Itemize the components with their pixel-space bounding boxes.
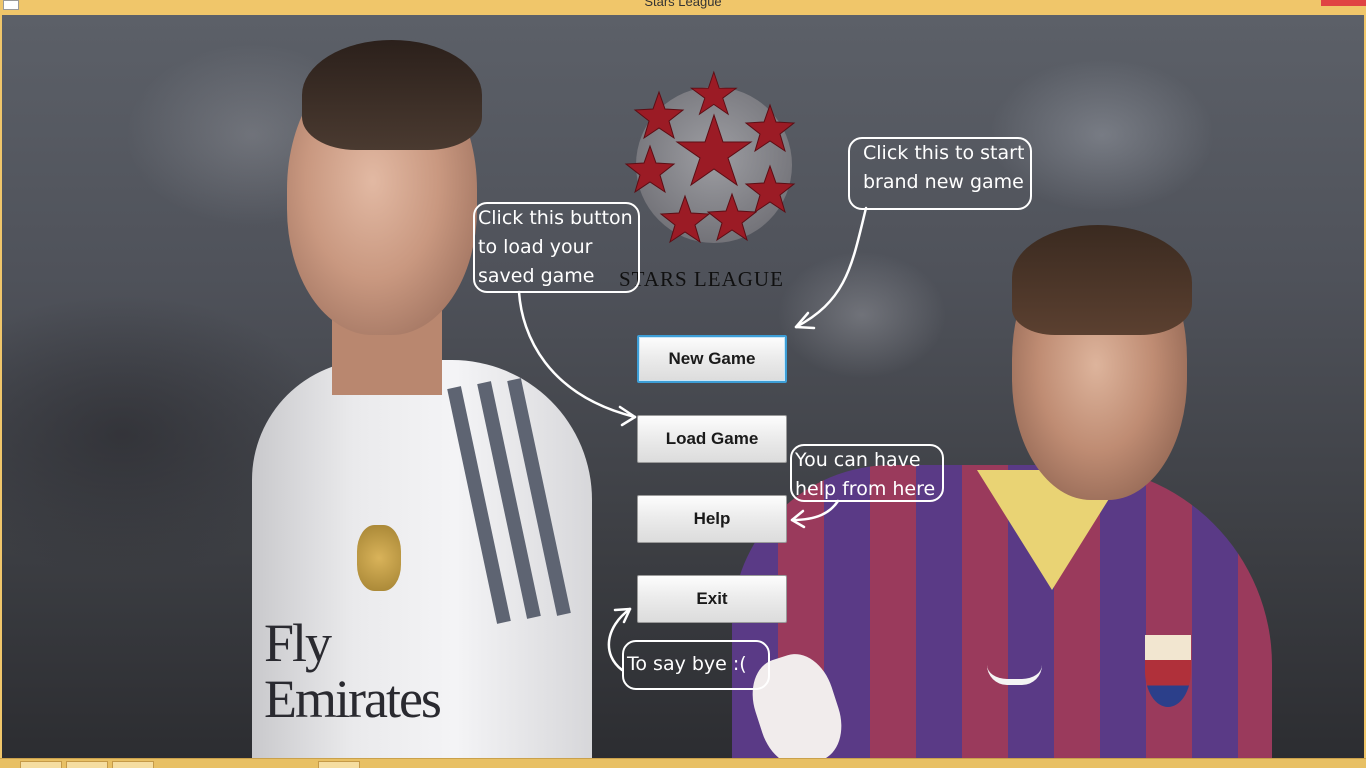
arrow-to-new-game bbox=[794, 206, 868, 329]
load-game-button[interactable]: Load Game bbox=[637, 415, 787, 463]
taskbar-item[interactable] bbox=[318, 761, 360, 768]
close-button[interactable] bbox=[1321, 0, 1366, 6]
arrow-head-new-game bbox=[794, 311, 816, 330]
new-game-annotation: Click this to start brand new game bbox=[848, 137, 1032, 210]
load-game-annotation: Click this button to load your saved gam… bbox=[473, 202, 640, 293]
player-left-sponsor: Fly Emirates bbox=[264, 613, 442, 729]
new-game-button[interactable]: New Game bbox=[637, 335, 787, 383]
exit-button[interactable]: Exit bbox=[637, 575, 787, 623]
taskbar bbox=[0, 758, 1366, 768]
stars-league-title: STARS LEAGUE bbox=[619, 267, 784, 291]
stars-league-logo-icon bbox=[624, 70, 796, 244]
real-madrid-crest-icon bbox=[357, 525, 401, 591]
annotation-line: To say bye :( bbox=[627, 653, 747, 675]
arrow-head-load-game bbox=[618, 405, 637, 427]
player-left-hair bbox=[302, 40, 482, 150]
barcelona-crest-icon bbox=[1145, 635, 1191, 707]
window-titlebar[interactable]: Stars League bbox=[0, 0, 1366, 16]
annotation-line: Click this button bbox=[478, 207, 633, 229]
exit-annotation: To say bye :( bbox=[622, 640, 770, 690]
taskbar-item[interactable] bbox=[20, 761, 62, 768]
help-annotation: You can have help from here bbox=[790, 444, 944, 502]
annotation-line: to load your bbox=[478, 236, 593, 258]
annotation-line: brand new game bbox=[863, 171, 1024, 193]
help-button[interactable]: Help bbox=[637, 495, 787, 543]
taskbar-item[interactable] bbox=[66, 761, 108, 768]
arrow-head-exit bbox=[613, 607, 632, 624]
annotation-line: help from here bbox=[795, 478, 936, 500]
annotation-line: Click this to start bbox=[863, 142, 1025, 164]
window-title: Stars League bbox=[644, 0, 722, 9]
player-right-hair bbox=[1012, 225, 1192, 335]
main-menu-canvas: Fly Emirates STARS LEAGUE New Game Load G… bbox=[2, 15, 1364, 758]
annotation-line: saved game bbox=[478, 265, 595, 287]
taskbar-item[interactable] bbox=[112, 761, 154, 768]
annotation-line: You can have bbox=[795, 449, 921, 471]
